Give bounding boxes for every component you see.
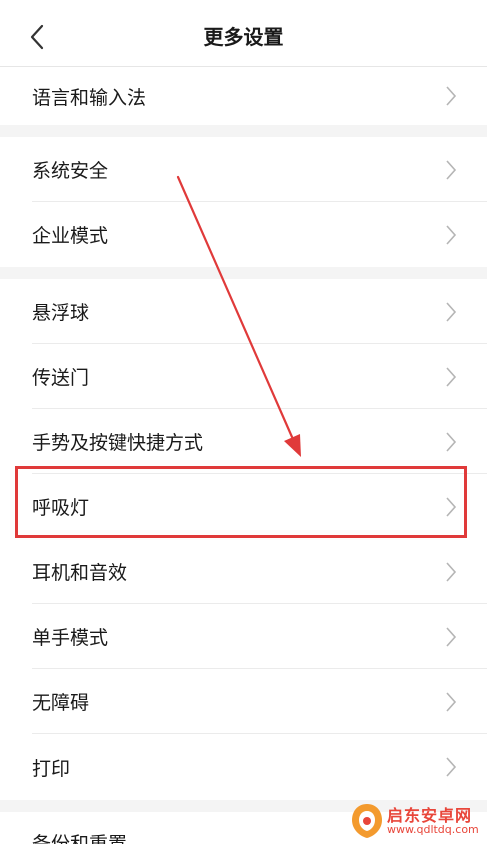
chevron-right-icon [446,224,457,245]
watermark-logo-icon [352,804,382,838]
watermark: 启东安卓网 www.qdltdq.com [347,798,487,844]
menu-item-label: 单手模式 [32,627,109,649]
menu-item-portal[interactable]: 传送门 [0,344,487,409]
settings-screen: 更多设置 语言和输入法 系统安全 企业模式 悬浮球 传送门 手势及按键快捷方式 … [0,0,487,844]
chevron-right-icon [446,431,457,452]
menu-item-enterprise-mode[interactable]: 企业模式 [0,202,487,267]
menu-item-label: 耳机和音效 [32,562,128,584]
menu-item-label: 悬浮球 [32,302,90,324]
menu-item-label: 传送门 [32,367,90,389]
chevron-right-icon [446,561,457,582]
chevron-right-icon [446,86,457,106]
chevron-right-icon [446,496,457,517]
section-gap [0,125,487,137]
menu-item-label: 呼吸灯 [32,497,90,519]
section-gap [0,267,487,279]
menu-item-language-input[interactable]: 语言和输入法 [0,67,487,125]
menu-item-label: 打印 [32,757,71,780]
menu-item-system-security[interactable]: 系统安全 [0,137,487,202]
chevron-right-icon [446,691,457,712]
menu-item-print[interactable]: 打印 [0,734,487,800]
chevron-right-icon [446,301,457,322]
menu-item-label: 企业模式 [32,225,109,247]
menu-item-gestures-shortcuts[interactable]: 手势及按键快捷方式 [0,409,487,474]
chevron-right-icon [446,366,457,387]
watermark-url: www.qdltdq.com [387,823,479,836]
menu-item-headphones-sound[interactable]: 耳机和音效 [0,539,487,604]
top-bar: 更多设置 [0,0,487,67]
menu-item-label: 手势及按键快捷方式 [32,432,204,454]
menu-item-floating-ball[interactable]: 悬浮球 [0,279,487,344]
menu-item-label: 系统安全 [32,160,109,182]
chevron-right-icon [446,159,457,180]
menu-item-label: 备份和重置 [32,832,128,844]
menu-item-one-hand-mode[interactable]: 单手模式 [0,604,487,669]
menu-item-label: 语言和输入法 [32,86,147,109]
menu-item-breathing-light[interactable]: 呼吸灯 [0,474,487,539]
menu-item-accessibility[interactable]: 无障碍 [0,669,487,734]
chevron-right-icon [446,626,457,647]
chevron-right-icon [446,757,457,777]
page-title: 更多设置 [203,25,284,49]
menu-item-label: 无障碍 [32,692,90,714]
